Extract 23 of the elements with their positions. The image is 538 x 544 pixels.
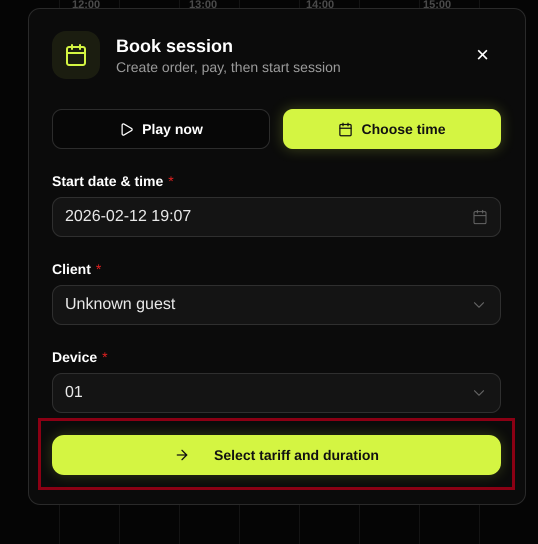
time-label: 15:00 [423,0,452,8]
date-field[interactable]: 2026-02-12 19:07 [52,197,501,237]
time-label: 13:00 [189,0,218,8]
dialog-subtitle: Create order, pay, then start session [116,58,342,74]
field-label: Device [52,349,98,365]
required-mark: * [96,261,102,277]
field-label: Start date & time [52,173,164,189]
calendar-icon [52,31,100,79]
select-field[interactable]: 01 [52,373,501,413]
calendar-icon [338,122,354,136]
time-label: 14:00 [306,0,336,8]
submit-button[interactable]: Select tariff and duration [52,435,501,475]
required-mark: * [168,173,174,189]
mode-tab[interactable]: Play now [52,109,270,149]
mode-tab[interactable]: Choose time [283,109,501,149]
close-button[interactable]: × [472,44,493,66]
select-field[interactable]: Unknown guest [52,285,501,325]
play-icon [119,122,134,136]
dialog-title: Book session [116,36,234,56]
calendar-icon [472,209,488,225]
field-label: Client [52,261,91,277]
time-label: 12:00 [72,0,102,8]
required-mark: * [102,349,108,365]
